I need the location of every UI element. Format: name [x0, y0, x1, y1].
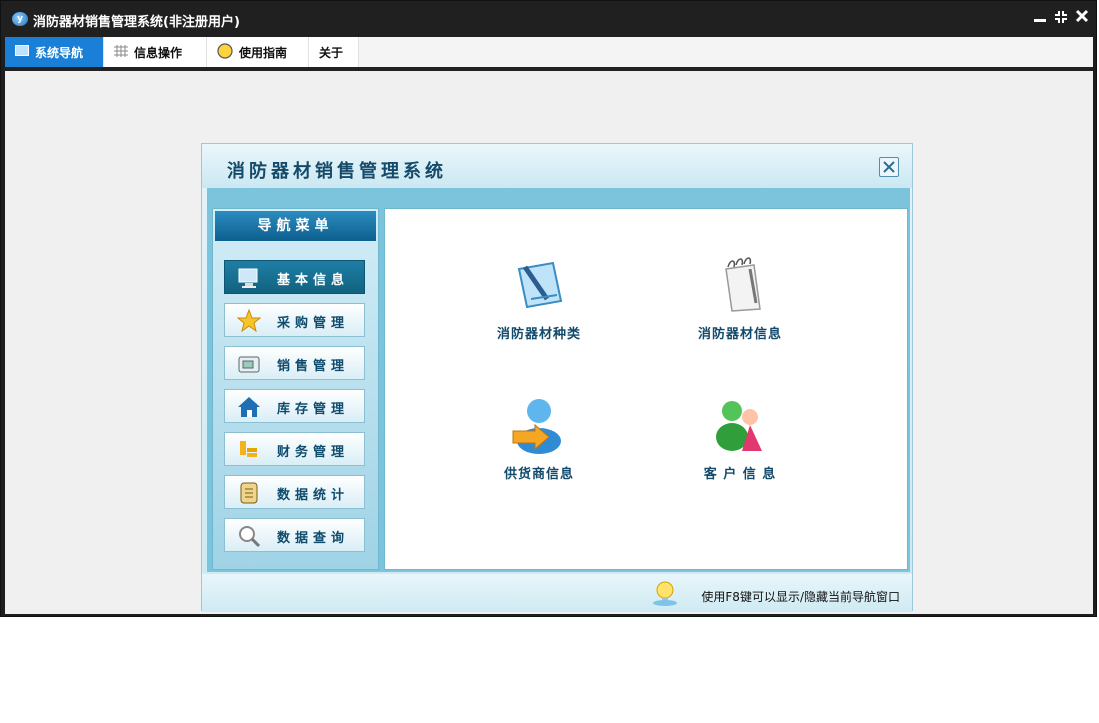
nav-item-purchase[interactable]: 采购管理	[224, 303, 365, 337]
tab-system-navigation[interactable]: 系统导航	[5, 37, 104, 67]
star-icon	[236, 308, 262, 333]
nav-item-label: 数据统计	[277, 488, 350, 503]
item-label: 消防器材种类	[496, 327, 581, 342]
tab-label: 系统导航	[35, 45, 84, 60]
item-equipment-info[interactable]: 消防器材信息	[675, 255, 805, 342]
document-pen-icon	[509, 255, 569, 315]
dialog-close-button[interactable]	[879, 157, 899, 177]
nav-item-label: 采购管理	[277, 316, 350, 331]
help-circle-icon	[217, 42, 233, 62]
tab-info-operation[interactable]: 信息操作	[104, 37, 207, 67]
nav-item-label: 基本信息	[277, 273, 350, 288]
tab-label: 关于	[319, 45, 344, 60]
tab-label: 信息操作	[134, 45, 183, 60]
nav-item-label: 库存管理	[277, 402, 350, 417]
notepad-icon	[710, 255, 770, 315]
lightbulb-icon	[652, 580, 678, 606]
nav-item-query[interactable]: 数据查询	[224, 518, 365, 552]
nav-item-label: 数据查询	[277, 531, 350, 546]
card-icon	[237, 352, 261, 376]
nav-menu-panel: 导航菜单 基本信息 采购管理 销售管理 库存管理 财务管理 数据统计 数据查询	[212, 208, 379, 570]
tab-label: 使用指南	[239, 45, 288, 60]
function-panel: 消防器材种类 消防器材信息 供货商信息 客 户 信 息	[384, 208, 908, 570]
nav-item-statistics[interactable]: 数据统计	[224, 475, 365, 509]
nav-item-label: 财务管理	[277, 445, 350, 460]
title-bar[interactable]: y 消防器材销售管理系统(非注册用户)	[1, 1, 1096, 37]
computer-icon	[237, 266, 261, 290]
dialog-title: 消防器材销售管理系统	[227, 161, 447, 182]
scroll-icon	[237, 481, 261, 505]
nav-menu-header: 导航菜单	[215, 211, 376, 241]
nav-item-sales[interactable]: 销售管理	[224, 346, 365, 380]
tab-about[interactable]: 关于	[309, 37, 359, 67]
dialog-footer: 使用F8键可以显示/隐藏当前导航窗口	[202, 574, 912, 612]
item-label: 客 户 信 息	[703, 467, 777, 482]
footer-hint: 使用F8键可以显示/隐藏当前导航窗口	[701, 590, 900, 604]
item-label: 消防器材信息	[697, 327, 782, 342]
nav-item-label: 销售管理	[277, 359, 350, 374]
magnifier-icon	[237, 524, 261, 548]
monitor-icon	[15, 44, 29, 60]
item-label: 供货商信息	[503, 467, 574, 482]
close-icon	[883, 161, 895, 173]
item-supplier-info[interactable]: 供货商信息	[474, 395, 604, 482]
tab-user-guide[interactable]: 使用指南	[207, 37, 309, 67]
nav-item-inventory[interactable]: 库存管理	[224, 389, 365, 423]
item-customer-info[interactable]: 客 户 信 息	[675, 395, 805, 482]
home-icon	[237, 395, 261, 419]
coins-icon	[237, 438, 261, 462]
grid-icon	[114, 44, 128, 60]
people-icon	[710, 395, 770, 455]
dialog-header[interactable]: 消防器材销售管理系统	[202, 144, 912, 188]
item-equipment-categories[interactable]: 消防器材种类	[474, 255, 604, 342]
window-title: 消防器材销售管理系统(非注册用户)	[33, 15, 240, 30]
navigation-dialog: 消防器材销售管理系统 导航菜单 基本信息 采购管理 销售管理 库存管理 财务管理…	[201, 143, 913, 612]
app-logo-icon: y	[12, 12, 28, 26]
menu-bar: 系统导航 信息操作 使用指南 关于	[5, 37, 1093, 67]
user-arrow-icon	[509, 395, 569, 455]
nav-item-basic-info[interactable]: 基本信息	[224, 260, 365, 294]
close-icon[interactable]	[1073, 9, 1091, 27]
restore-icon[interactable]	[1052, 9, 1070, 27]
nav-item-finance[interactable]: 财务管理	[224, 432, 365, 466]
minimize-icon[interactable]	[1031, 9, 1049, 27]
